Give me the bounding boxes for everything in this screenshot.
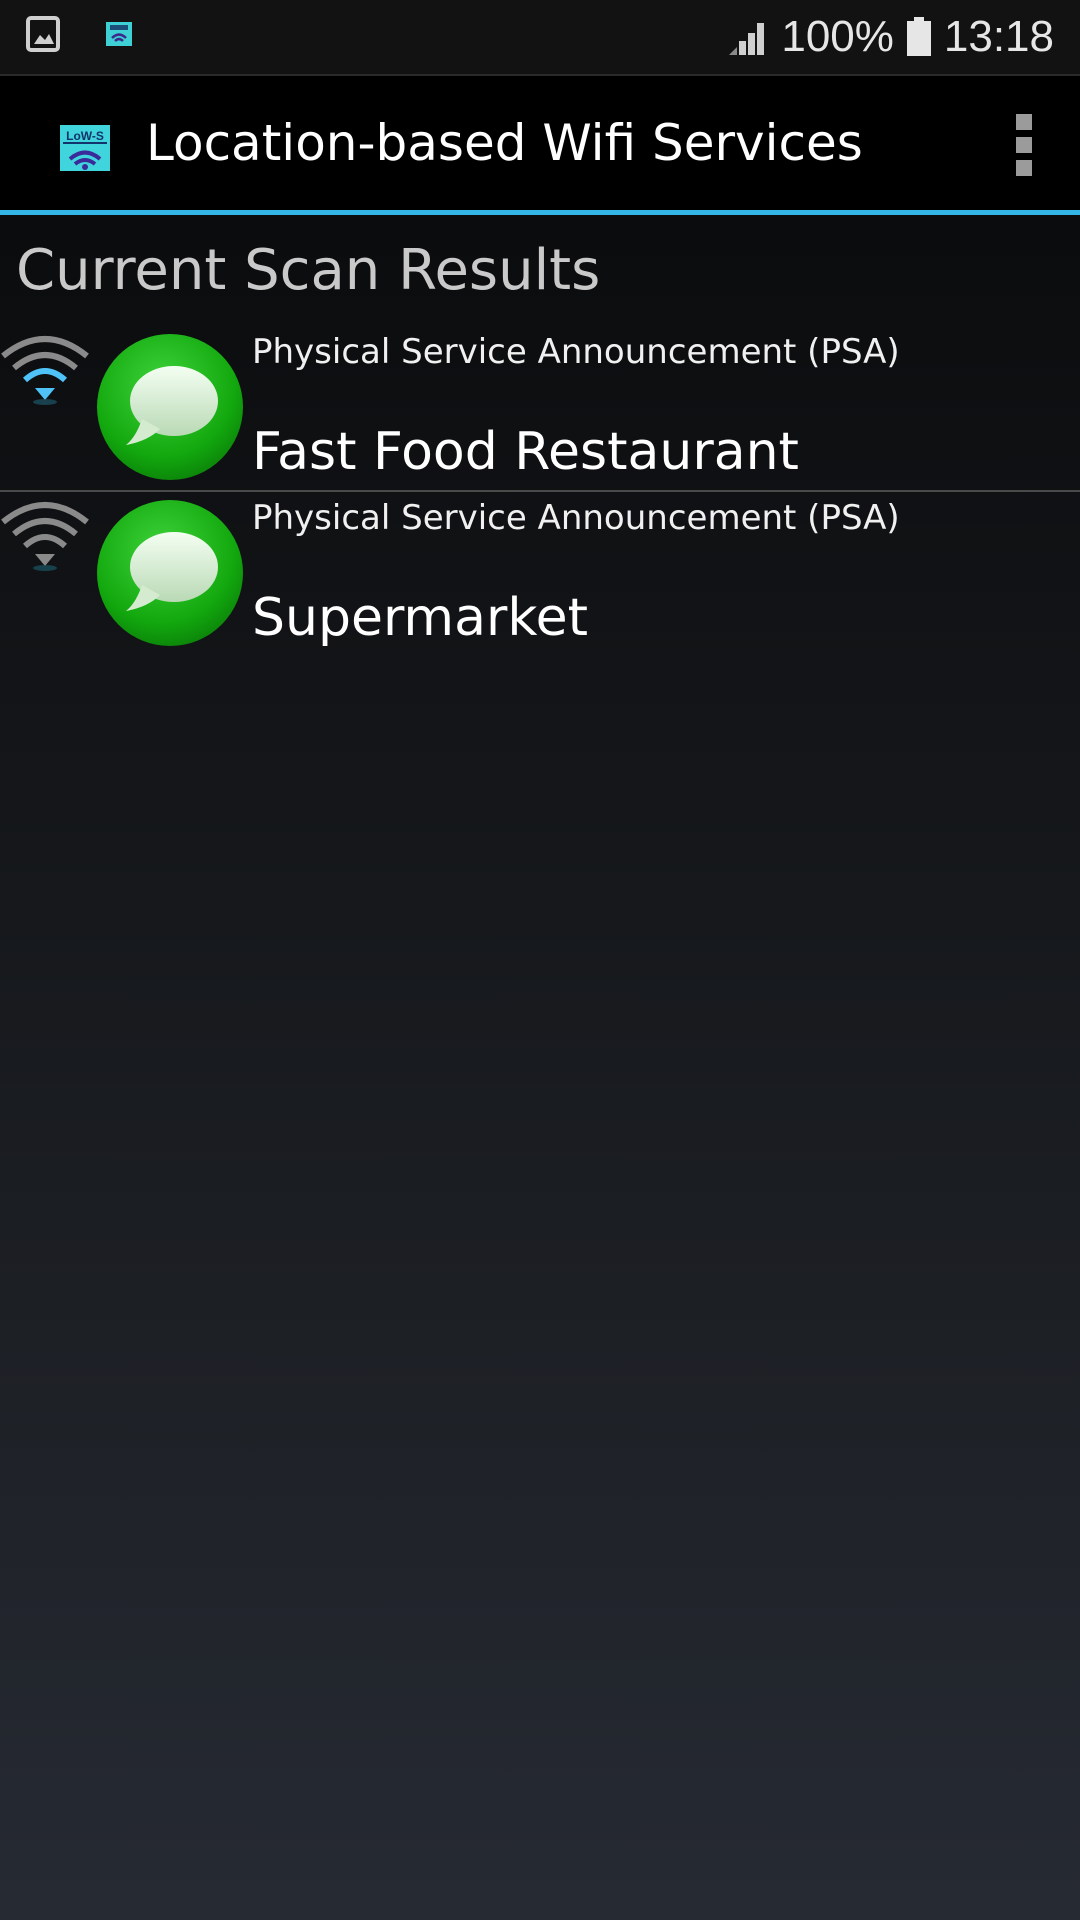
svg-text:LoW-S: LoW-S xyxy=(66,129,104,143)
status-bar: 100% 13:18 xyxy=(0,0,1080,76)
status-time: 13:18 xyxy=(943,12,1054,61)
green-chat-bubble-icon xyxy=(97,334,243,480)
scan-result-type: Physical Service Announcement (PSA) xyxy=(252,332,900,372)
scan-result-name: Fast Food Restaurant xyxy=(252,422,799,482)
lows-logo-icon[interactable]: LoW-S xyxy=(60,125,110,171)
lows-app-icon xyxy=(106,22,132,46)
overflow-dot xyxy=(1016,137,1032,153)
app-bar: LoW-S Location-based Wifi Services xyxy=(0,76,1080,210)
section-title: Current Scan Results xyxy=(16,238,601,303)
status-bar-notifications xyxy=(26,16,132,52)
overflow-dot xyxy=(1016,114,1032,130)
wifi-signal-icon xyxy=(1,502,89,571)
signal-bars-icon xyxy=(729,23,765,55)
battery-icon xyxy=(906,17,931,56)
overflow-dot xyxy=(1016,160,1032,176)
battery-percent: 100% xyxy=(781,12,894,61)
scan-result-item[interactable]: Physical Service Announcement (PSA) Supe… xyxy=(0,494,1080,656)
gallery-icon xyxy=(26,16,60,52)
status-bar-system: 100% 13:18 xyxy=(727,6,1054,68)
green-chat-bubble-icon xyxy=(97,500,243,646)
app-bar-accent-line xyxy=(0,210,1080,215)
scan-result-type: Physical Service Announcement (PSA) xyxy=(252,498,900,538)
app-title: Location-based Wifi Services xyxy=(146,114,863,172)
overflow-menu-icon[interactable] xyxy=(1014,114,1034,176)
scan-result-item[interactable]: Physical Service Announcement (PSA) Fast… xyxy=(0,328,1080,492)
scan-results-list: Physical Service Announcement (PSA) Fast… xyxy=(0,328,1080,656)
scan-result-name: Supermarket xyxy=(252,588,588,648)
wifi-signal-icon xyxy=(1,336,89,405)
